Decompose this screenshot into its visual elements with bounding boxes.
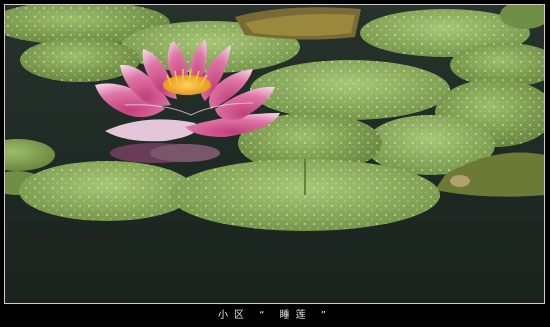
photo-border [4,4,545,304]
photo-caption: 小区 “ 睡莲 ” [218,310,332,321]
water-lily-photo [5,5,544,303]
flower-reflection [110,143,220,163]
photo-frame: 小区 “ 睡莲 ” [0,0,550,327]
